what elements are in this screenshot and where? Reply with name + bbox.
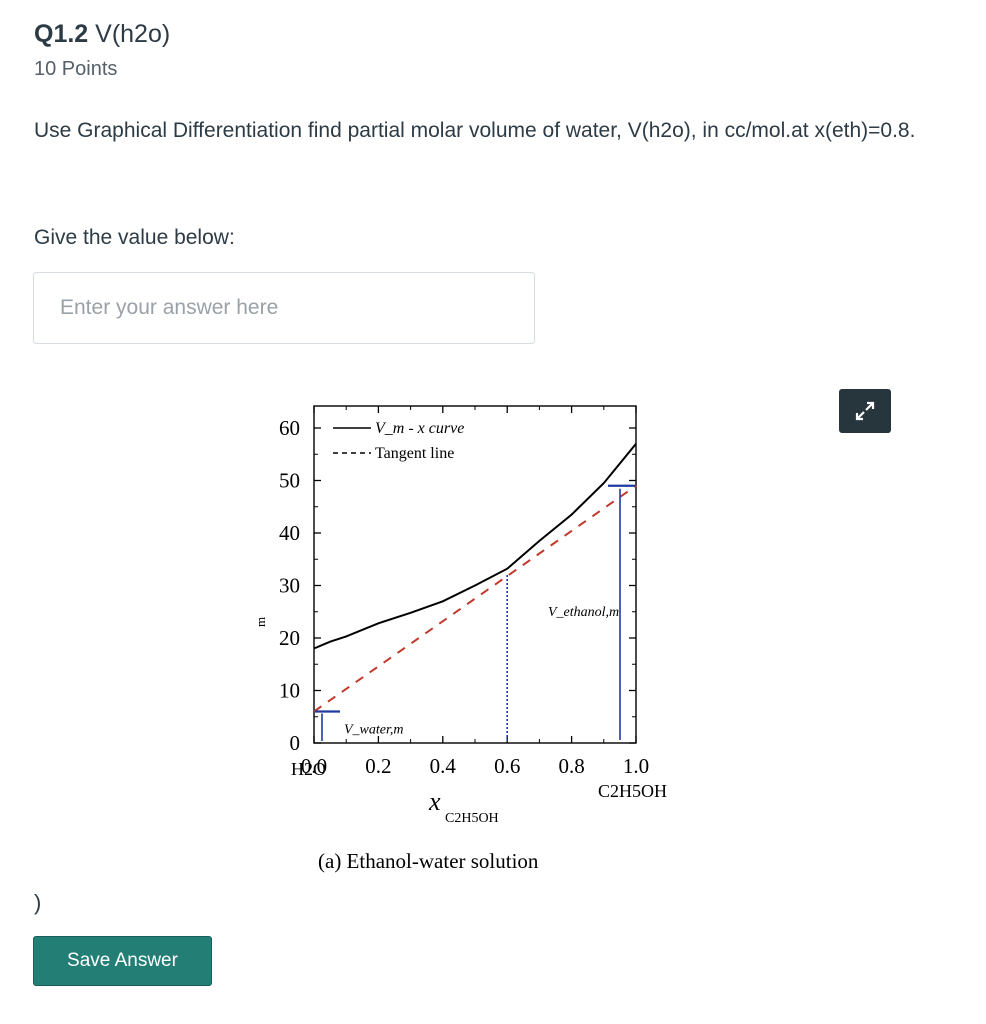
y-tick-label: 60 — [279, 416, 300, 440]
annotation-layer: V_water,m V_ethanol,m — [315, 484, 635, 743]
chart-legend: V_m - x curve Tangent line — [333, 420, 464, 462]
x-sub-left-label: H2O — [291, 759, 326, 779]
x-tick-label: 0.4 — [430, 754, 457, 778]
y-tick-labels: 0 10 20 30 40 50 60 — [279, 416, 300, 755]
ethanol-annotation-label: V_ethanol,m — [548, 605, 619, 620]
y-axis-label-fragment: m — [253, 617, 268, 627]
series-tangent-line — [313, 484, 637, 713]
plot-frame — [313, 405, 637, 744]
y-tick-label: 40 — [279, 521, 300, 545]
plot-border — [313, 405, 637, 744]
x-tick-label: 0.8 — [558, 754, 584, 778]
question-points: 10 Points — [34, 58, 118, 80]
x-axis-label-sub: C2H5OH — [445, 811, 499, 826]
x-tick-label: 0.2 — [365, 754, 391, 778]
axis-ticks — [313, 406, 637, 744]
question-heading: Q1.2 V(h2o) — [34, 20, 170, 49]
expand-button[interactable] — [839, 389, 891, 433]
answer-input[interactable] — [33, 272, 535, 344]
give-value-label: Give the value below: — [34, 226, 235, 249]
x-tick-label: 1.0 — [623, 754, 649, 778]
x-tick-label: 0.6 — [494, 754, 520, 778]
y-tick-label: 0 — [290, 731, 301, 755]
y-tick-label: 30 — [279, 574, 300, 598]
y-tick-label: 50 — [279, 469, 300, 493]
water-annotation-label: V_water,m — [344, 723, 404, 738]
question-prompt: Use Graphical Differentiation find parti… — [34, 119, 916, 142]
y-tick-label: 20 — [279, 626, 300, 650]
save-answer-button[interactable]: Save Answer — [33, 936, 212, 986]
legend-item-tangent: Tangent line — [375, 445, 454, 462]
question-title: V(h2o) — [95, 20, 171, 48]
legend-item-vm-curve: V_m - x curve — [375, 420, 464, 437]
y-tick-label: 10 — [279, 679, 300, 703]
question-number: Q1.2 — [34, 20, 89, 48]
expand-arrows-icon — [855, 401, 875, 421]
x-sub-right-label: C2H5OH — [598, 781, 667, 801]
chart-caption: (a) Ethanol-water solution — [318, 849, 539, 873]
x-tick-labels: 0.0 0.2 0.4 0.6 0.8 1.0 — [301, 754, 649, 778]
stray-text: ) — [34, 890, 42, 915]
series-layer — [313, 443, 637, 713]
chart-figure: 0 10 20 30 40 50 60 0.0 0.2 0.4 0.6 0.8 1.0 V_water… — [33, 382, 901, 874]
chart-svg: 0102030405060 0.0 0.2 0.4 0.6 0.8 1.0 V_water… — [253, 405, 667, 873]
x-axis-label: x — [428, 787, 441, 816]
